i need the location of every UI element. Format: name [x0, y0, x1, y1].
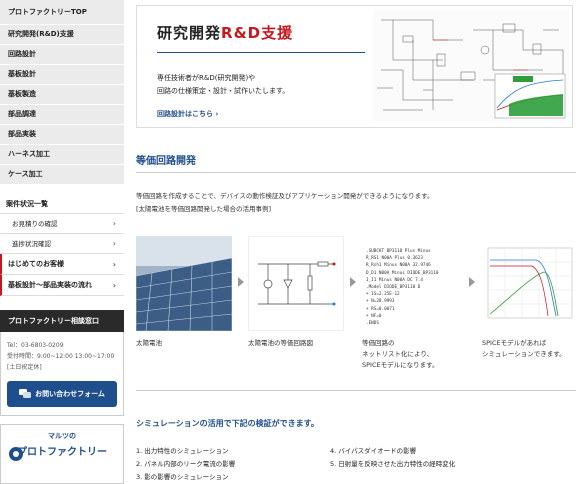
proto-factory-logo[interactable]: マルツの プロトファクトリー	[0, 424, 124, 484]
circuit-design-link[interactable]: 回路設計はこちら ›	[157, 109, 218, 119]
nav-item-board-manufacturing[interactable]: 基板製造	[0, 85, 124, 105]
nav-item-parts-mounting[interactable]: 部品実装	[0, 125, 124, 145]
section-heading-simulation: シミュレーションの活用で下記の検証ができます。	[136, 419, 319, 428]
inquiry-button-label: お問い合わせフォーム	[35, 389, 105, 398]
list-item: 5. 日射量を反映させた出力特性の経時変化	[330, 460, 456, 468]
chevron-right-icon: ›	[112, 239, 116, 248]
banner-divider	[157, 52, 365, 53]
nav-item-rd[interactable]: 研究開発(R&D)支援	[0, 25, 124, 45]
caption-solar-cell: 太陽電池	[136, 339, 162, 347]
rd-banner: 研究開発R&D支援 専任技術者がR&D(研究開発)や 回路の仕様策定・設計・試作…	[136, 5, 573, 128]
nav-item-top[interactable]: プロトファクトリーTOP	[0, 0, 124, 25]
sidebar: プロトファクトリーTOP 研究開発(R&D)支援 回路設計 基板設計 基板製造 …	[0, 0, 124, 484]
banner-title: 研究開発R&D支援	[157, 24, 294, 42]
case-item-label: 進捗状況確認	[12, 240, 51, 248]
case-item-progress[interactable]: 進捗状況確認 ›	[0, 234, 124, 254]
guide-label: 基板設計～部品実装の流れ	[8, 281, 92, 289]
section-intro: 等価回路を作成することで、デバイスの動作検証及びアプリケーション開発ができるよう…	[136, 192, 434, 200]
list-item: 3. 影の影響のシミュレーション	[136, 473, 229, 481]
nav-item-parts-procurement[interactable]: 部品調達	[0, 105, 124, 125]
nav-item-harness[interactable]: ハーネス加工	[0, 145, 124, 165]
section-divider	[136, 172, 576, 173]
banner-description: 専任技術者がR&D(研究開発)や 回路の仕様策定・設計・試作いたします。	[157, 74, 290, 95]
contact-title: プロトファクトリー相談窓口	[0, 310, 124, 332]
chevron-right-icon: ›	[112, 281, 116, 290]
section-separator	[136, 390, 576, 391]
chat-icon	[19, 389, 32, 398]
case-status-heading: 案件状況一覧	[0, 199, 124, 214]
equivalent-circuit-diagram	[248, 236, 344, 331]
schematic-image	[373, 10, 569, 122]
gear-icon	[9, 447, 23, 461]
caption-equivalent-circuit: 太陽電池の等価回路図	[248, 339, 313, 347]
nav-item-case[interactable]: ケース加工	[0, 165, 124, 185]
caption-spice: SPICEモデルがあれば シミュレーションできます。	[482, 339, 566, 358]
inquiry-button[interactable]: お問い合わせフォーム	[7, 381, 117, 407]
main-content: 研究開発R&D支援 専任技術者がR&D(研究開発)や 回路の仕様策定・設計・試作…	[135, 0, 578, 482]
section-example-note: [太陽電池を等価回路開発した場合の活用事例]	[136, 205, 272, 213]
contact-tel: Tel：03-6803-0209	[7, 342, 64, 349]
contact-holiday: [土日祝定休]	[7, 364, 42, 371]
arrow-right-icon	[350, 277, 356, 287]
guide-flow[interactable]: 基板設計～部品実装の流れ ›	[0, 275, 124, 296]
chevron-right-icon: ›	[112, 219, 116, 228]
case-item-quote[interactable]: お見積りの確認 ›	[0, 214, 124, 234]
netlist-block: .SUBCKT BP3110 Plus Minus R_RS1 N00A Plus…	[366, 249, 439, 327]
nav-item-circuit-design[interactable]: 回路設計	[0, 45, 124, 65]
list-item: 1. 出力特性のシミュレーション	[136, 447, 229, 455]
logo-small-text: マルツの	[48, 432, 76, 440]
arrow-right-icon	[238, 277, 244, 287]
caption-netlist: 等価回路の ネットリスト化により、 SPICEモデルになります。	[362, 339, 439, 369]
contact-hours: 受付時間：9:00~12:00 13:00~17:00	[7, 353, 115, 360]
section-heading-equivalent-circuit: 等価回路開発	[136, 156, 196, 167]
list-item: 4. バイパスダイオードの影響	[330, 447, 417, 455]
case-item-label: お見積りの確認	[12, 220, 58, 228]
contact-box: Tel：03-6803-0209 受付時間：9:00~12:00 13:00~1…	[0, 332, 124, 416]
solar-panel-image	[135, 236, 233, 332]
guide-first-time[interactable]: はじめてのお客様 ›	[0, 254, 124, 275]
arrow-right-icon	[469, 277, 475, 287]
guide-label: はじめてのお客様	[8, 260, 64, 268]
chevron-right-icon: ›	[112, 260, 116, 269]
nav-item-board-design[interactable]: 基板設計	[0, 65, 124, 85]
spice-simulation-graph	[482, 236, 578, 331]
list-item: 2. パネル内部のリーク電流の影響	[136, 460, 236, 468]
chevron-right-icon: ›	[215, 110, 219, 118]
